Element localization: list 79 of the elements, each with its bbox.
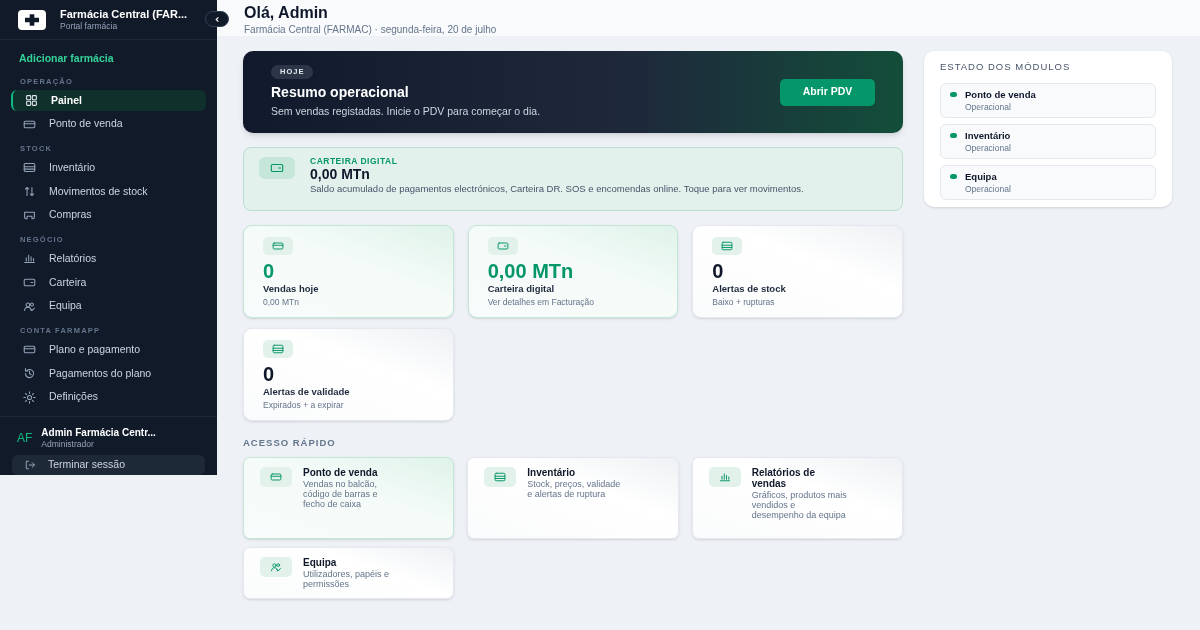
logo-icon xyxy=(18,9,46,30)
stat-detail: Baixo + rupturas xyxy=(712,296,775,309)
module-name: Inventário xyxy=(965,130,1011,142)
user-initials: AF xyxy=(17,430,33,448)
card-title: Ponto de venda xyxy=(303,467,379,479)
nav-item[interactable]: Equipa xyxy=(11,295,206,317)
stat-value: 0 xyxy=(263,362,275,386)
brand-name: Farmácia Central (FAR... xyxy=(60,8,188,22)
module-status: Operacional xyxy=(965,183,1011,195)
stat-label: Alertas de stock xyxy=(712,283,786,295)
page-title: Olá, Admin xyxy=(244,3,329,23)
stat-detail: 0,00 MTn xyxy=(263,296,299,309)
stat-value: 0,00 MTn xyxy=(487,259,574,283)
list-icon xyxy=(494,471,507,484)
user-name: Admin Farmácia Centr... xyxy=(41,427,156,440)
card-icon xyxy=(270,471,282,484)
card-icon xyxy=(272,240,284,252)
card-description: Stock, preços, validade e alertas de ruptura xyxy=(527,479,622,500)
section-heading: ACESSO RÁPIDO xyxy=(243,436,337,450)
wallet-amount: 0,00 MTn xyxy=(310,166,371,183)
card-title: Inventário xyxy=(527,467,577,479)
stat-label: Alertas de validade xyxy=(263,386,350,398)
bar-chart-icon xyxy=(23,252,36,266)
list-icon xyxy=(23,161,36,175)
stat-label: Vendas hoje xyxy=(263,283,319,295)
nav-item[interactable]: Pagamentos do plano xyxy=(11,363,206,384)
stat-value: 0 xyxy=(263,259,275,283)
quick-access-card[interactable]: Ponto de venda Vendas no balcão, código de barras e fecho de caixa xyxy=(243,457,455,540)
wallet-label: CARTEIRA DIGITAL xyxy=(310,156,399,166)
wallet-card[interactable]: CARTEIRA DIGITAL 0,00 MTn Saldo acumulado de pagamentos electrónicos, Carteira DR. SOS e encomendas online. Toque para ver movimentos. xyxy=(243,147,903,211)
wallet-icon xyxy=(496,240,509,252)
banner-text: Sem vendas registadas. Inicie o PDV para começar o dia. xyxy=(271,103,541,119)
grid-icon xyxy=(25,94,38,107)
nav-item[interactable]: Inventário xyxy=(11,157,206,179)
card-title: Relatórios de vendas xyxy=(751,467,816,490)
card-description: Utilizadores, papéis e permissões xyxy=(303,569,391,590)
card-title: Equipa xyxy=(303,557,338,569)
quick-access-card[interactable]: Inventário Stock, preços, validade e alertas de ruptura xyxy=(467,457,679,540)
nav-item[interactable]: Painel xyxy=(11,90,206,111)
module-status: Operacional xyxy=(965,101,1012,113)
quick-access-card[interactable]: Equipa Utilizadores, papéis e permissões xyxy=(243,547,455,600)
card-description: Vendas no balcão, código de barras e fecho de caixa xyxy=(303,479,379,510)
nav-item[interactable]: Ponto de venda xyxy=(11,113,206,135)
logout-button[interactable]: Terminar sessão xyxy=(12,455,205,475)
history-icon xyxy=(23,366,36,380)
module-name: Equipa xyxy=(965,171,998,183)
settings-icon xyxy=(23,390,36,404)
quick-access-card[interactable]: Relatórios de vendas Gráficos, produtos mais vendidos e desempenho da equipa xyxy=(691,457,903,540)
stat-label: Carteira digital xyxy=(487,283,555,295)
module-status: Operacional xyxy=(965,142,1011,154)
open-pos-button[interactable]: Abrir PDV xyxy=(780,78,875,106)
list-icon xyxy=(272,343,284,355)
stat-value: 0 xyxy=(712,259,724,283)
brand-subtitle: Portal farmácia xyxy=(60,21,119,32)
nav-item[interactable]: Compras xyxy=(11,204,206,226)
chevron-left-icon xyxy=(213,15,221,23)
nav-item[interactable]: Carteira xyxy=(11,272,206,293)
add-pharmacy-link[interactable]: Adicionar farmácia xyxy=(19,51,114,67)
module-name: Ponto de venda xyxy=(965,89,1036,101)
people-icon xyxy=(270,561,282,574)
collapse-button[interactable] xyxy=(205,11,229,27)
wallet-icon xyxy=(270,161,284,175)
sort-arrows-icon xyxy=(23,184,36,198)
bar-chart-icon xyxy=(718,471,731,484)
nav-item[interactable]: Movimentos de stock xyxy=(11,181,206,202)
banner-title: Resumo operacional xyxy=(271,83,409,101)
logout-icon xyxy=(24,459,36,472)
nav-item[interactable]: Relatórios xyxy=(11,248,206,270)
card-description: Gráficos, produtos mais vendidos e desempenho da equipa xyxy=(751,490,848,521)
wallet-description: Saldo acumulado de pagamentos electrónicos, Carteira DR. SOS e encomendas online. Toque para ver movimentos. xyxy=(310,183,804,194)
stat-detail: Ver detalhes em Facturação xyxy=(487,296,594,309)
stat-detail: Expirados + a expirar xyxy=(263,399,344,412)
page-subtitle: Farmácia Central (FARMAC) · segunda-feira, 20 de julho xyxy=(244,23,498,36)
nav-item[interactable]: Definições xyxy=(11,386,206,408)
people-icon xyxy=(23,299,36,313)
list-icon xyxy=(721,240,734,252)
nav-item[interactable]: Plano e pagamento xyxy=(11,339,206,361)
panel-heading: ESTADO DOS MÓDULOS xyxy=(940,61,1072,73)
user-role: Administrador xyxy=(41,439,95,450)
